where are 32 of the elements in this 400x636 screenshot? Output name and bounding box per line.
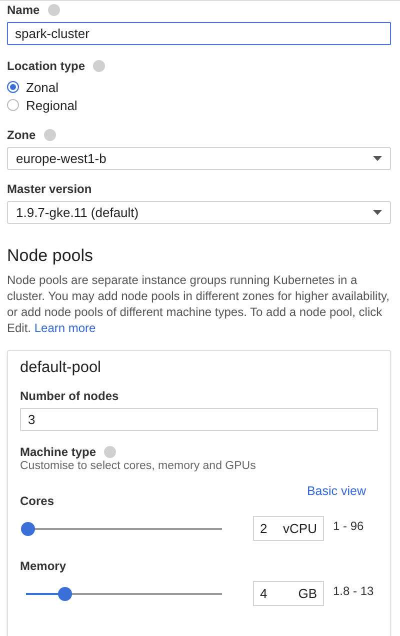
radio-button[interactable] — [7, 99, 19, 111]
help-icon[interactable] — [48, 4, 60, 16]
basic-view-link[interactable]: Basic view — [306, 484, 366, 498]
hint-text: Customise to select cores, memory and GPUs — [20, 460, 257, 472]
range-text: 1.8 - 13 — [333, 584, 374, 598]
field-label: Machine type — [20, 445, 96, 459]
version-select[interactable]: 1.9.7-gke.11 (default) — [7, 201, 391, 224]
pool-title: default-pool — [20, 359, 102, 377]
zone-select[interactable]: europe-west1-b — [7, 147, 391, 170]
field-label: Zone — [7, 128, 36, 142]
nodes-input[interactable]: 3 — [20, 408, 378, 431]
field-label: Name — [7, 3, 40, 17]
radio-label: Regional — [26, 98, 78, 112]
help-icon[interactable] — [44, 129, 56, 141]
value-input[interactable]: 2 vCPU — [253, 516, 324, 541]
field-label: Cores — [20, 494, 56, 508]
field-label: Memory — [20, 559, 68, 573]
value-input[interactable]: 4 GB — [253, 581, 324, 606]
learn-more-link[interactable]: Learn more — [34, 321, 96, 335]
section-heading: Node pools — [7, 246, 94, 266]
help-icon[interactable] — [104, 446, 116, 458]
dropdown-caret-icon — [373, 210, 382, 215]
field-label: Number of nodes — [20, 389, 119, 403]
help-icon[interactable] — [93, 60, 106, 72]
radio-label: Zonal — [26, 80, 59, 94]
field-label: Location type — [7, 59, 86, 73]
name-input[interactable]: spark-cluster — [7, 22, 391, 45]
dropdown-caret-icon — [373, 156, 382, 161]
field-label: Master version — [7, 182, 92, 196]
radio-button[interactable] — [7, 81, 19, 93]
range-text: 1 - 96 — [333, 518, 364, 532]
description-text: Node pools are separate instance groups running Kubernetes in a cluster. You may add node pools in different zones for higher availability, or add node pools of different machine types. To add a node pool, click Edit. Learn more — [7, 272, 390, 336]
